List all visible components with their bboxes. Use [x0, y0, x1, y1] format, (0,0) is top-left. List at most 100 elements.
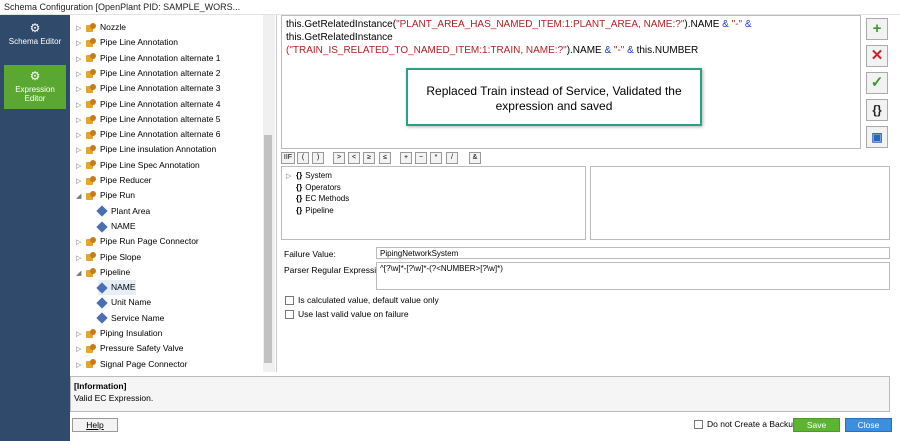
tree-item-label: Pipe Line Annotation [100, 37, 178, 48]
expand-icon[interactable]: ▷ [76, 143, 86, 158]
delete-icon[interactable]: ✕ [866, 45, 888, 67]
expr-string: ("TRAIN_IS_RELATED_TO_NAMED_ITEM:1:TRAIN… [286, 45, 567, 56]
expand-icon[interactable]: ◢ [76, 189, 86, 204]
operator-button[interactable]: / [446, 152, 458, 164]
help-button[interactable]: Help [72, 418, 118, 432]
tree-item-label: Pipe Line Annotation alternate 4 [100, 98, 221, 109]
tree-item[interactable]: ▷ Pressure Safety Valve [76, 341, 183, 356]
tree-item[interactable]: ◢ Pipe Run [76, 188, 135, 203]
expand-icon[interactable]: ▷ [76, 342, 86, 357]
expression-editor-button[interactable]: ⚙ Expression Editor [4, 65, 66, 109]
last-valid-checkbox[interactable]: Use last valid value on failure [285, 309, 409, 320]
expand-icon[interactable]: ▷ [76, 98, 86, 113]
tree-item[interactable]: ▷ Pipe Slope [76, 250, 141, 265]
operator-button[interactable]: ≥ [363, 152, 375, 164]
tree-item-label: NAME [111, 282, 136, 293]
expand-icon[interactable]: ▷ [76, 36, 86, 51]
class-icon [86, 53, 97, 63]
tree-item[interactable]: ▷ Pipe Line Annotation alternate 6 [76, 127, 221, 142]
failure-value-input[interactable]: PipingNetworkSystem [376, 247, 890, 259]
tree-item[interactable]: Unit Name [96, 295, 151, 310]
tree-item[interactable]: ▷ Pipe Line Annotation alternate 5 [76, 112, 221, 127]
left-nav: ⚙ Schema Editor ⚙ Expression Editor [0, 15, 70, 441]
expr-part: this.GetRelatedInstance [286, 32, 393, 43]
information-panel: [Information] Valid EC Expression. [70, 376, 890, 412]
tree-item[interactable]: ▷ Pipe Run Page Connector [76, 234, 199, 249]
class-icon [86, 22, 97, 33]
tree-item[interactable]: ▷ Pipe Line Annotation alternate 2 [76, 66, 221, 81]
operator-button[interactable]: ) [312, 152, 324, 164]
expand-icon[interactable]: ▷ [76, 113, 86, 128]
function-item[interactable]: {} Pipeline [286, 205, 334, 216]
tree-item-label: Plant Area [111, 205, 151, 216]
expand-icon[interactable]: ▷ [76, 174, 86, 189]
schema-editor-button[interactable]: ⚙ Schema Editor [4, 17, 66, 61]
function-item[interactable]: ▷{} System [286, 170, 332, 181]
operator-button[interactable]: > [333, 152, 345, 164]
operator-button[interactable]: * [430, 152, 442, 164]
save-button[interactable]: Save [793, 418, 840, 432]
no-backup-label: Do not Create a Backup [707, 419, 798, 429]
expand-icon[interactable]: ▷ [76, 327, 86, 342]
add-icon[interactable]: + [866, 18, 888, 40]
operator-button[interactable]: IIF [281, 152, 295, 164]
expand-icon[interactable]: ▷ [76, 52, 86, 67]
schema-icon: ⚙ [29, 21, 41, 35]
expand-icon[interactable]: ▷ [76, 358, 86, 372]
tree-item[interactable]: ▷ Pipe Line Annotation alternate 4 [76, 97, 221, 112]
tree-item-label: Pipeline [100, 266, 131, 277]
validate-check-icon[interactable]: ✓ [866, 72, 888, 94]
operator-button[interactable]: & [469, 152, 481, 164]
operator-button[interactable]: ( [297, 152, 309, 164]
parser-regex-input[interactable]: ^[?\w]*-[?\w]*-(?<NUMBER>[?\w]*) [376, 262, 890, 290]
tree-item-label: Service Name [111, 312, 165, 323]
close-button[interactable]: Close [845, 418, 892, 432]
tree-item[interactable]: ▷ Pipe Line insulation Annotation [76, 142, 216, 157]
calculated-value-checkbox[interactable]: Is calculated value, default value only [285, 295, 439, 306]
tree-item[interactable]: ▷ Pipe Line Annotation alternate 3 [76, 81, 221, 96]
class-icon [86, 114, 97, 125]
tree-item[interactable]: ◢ Pipeline [76, 265, 130, 280]
function-item[interactable]: {} EC Methods [286, 193, 349, 204]
schema-editor-label: Schema Editor [8, 37, 62, 46]
expand-icon[interactable]: ▷ [76, 21, 86, 36]
operator-button[interactable]: − [415, 152, 427, 164]
expand-icon[interactable]: ▷ [76, 67, 86, 82]
no-backup-checkbox[interactable]: Do not Create a Backup [694, 419, 798, 430]
tree-item[interactable]: ▷ Pipe Reducer [76, 173, 152, 188]
tree-item[interactable]: ▷ Pipe Line Annotation [76, 35, 178, 50]
operator-button[interactable]: ≤ [379, 152, 391, 164]
tree-scrollbar[interactable] [263, 15, 275, 372]
tree-scroll-thumb[interactable] [264, 135, 272, 363]
tree-item-label: Pipe Line Annotation alternate 6 [100, 129, 221, 140]
operator-button[interactable]: < [348, 152, 360, 164]
tree-item[interactable]: NAME [96, 219, 136, 234]
expand-icon[interactable]: ▷ [76, 251, 86, 266]
tree-item[interactable]: ▷ Pipe Line Spec Annotation [76, 158, 200, 173]
expand-icon[interactable]: ▷ [76, 235, 86, 250]
tree-item[interactable]: ▷ Nozzle [76, 20, 126, 35]
expand-icon[interactable]: ▷ [76, 159, 86, 174]
save-disk-icon[interactable]: ▣ [866, 126, 888, 148]
function-item[interactable]: {} Operators [286, 182, 341, 193]
checkbox-box[interactable] [285, 296, 294, 306]
checkbox-box[interactable] [285, 310, 294, 320]
expand-icon[interactable]: ▷ [286, 171, 296, 182]
braces-icon[interactable]: {} [866, 99, 888, 121]
tree-item-label: Pipe Line Annotation alternate 3 [100, 83, 221, 94]
class-icon [86, 359, 97, 369]
tree-item[interactable]: NAME [96, 280, 136, 296]
expand-icon[interactable]: ◢ [76, 266, 86, 281]
tree-item[interactable]: ▷ Pipe Line Annotation alternate 1 [76, 51, 221, 66]
operator-button[interactable]: + [400, 152, 412, 164]
tree-item[interactable]: Service Name [96, 311, 165, 326]
expand-icon[interactable]: ▷ [76, 82, 86, 97]
tree-item[interactable]: Plant Area [96, 204, 151, 219]
tree-item[interactable]: ▷ Signal Page Connector [76, 357, 187, 372]
checkbox-box[interactable] [694, 420, 703, 430]
calculated-value-label: Is calculated value, default value only [298, 295, 439, 305]
braces-icon: {} [296, 194, 303, 203]
tree-item[interactable]: ▷ Piping Insulation [76, 326, 162, 341]
expand-icon[interactable]: ▷ [76, 128, 86, 143]
class-icon [86, 160, 97, 170]
